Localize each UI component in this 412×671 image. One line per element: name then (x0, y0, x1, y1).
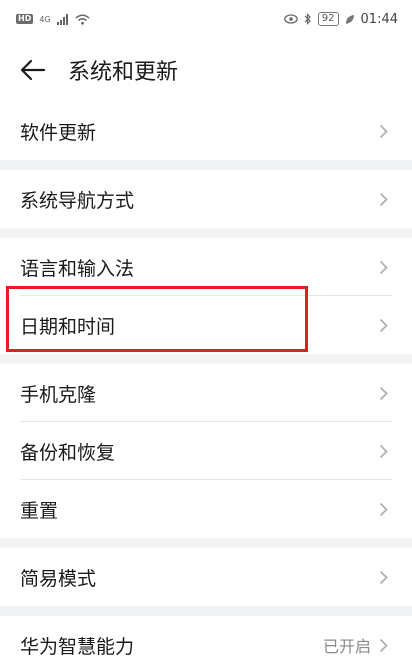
section-gap (0, 354, 412, 364)
settings-item-phone-clone[interactable]: 手机克隆 (0, 364, 412, 422)
row-right (379, 192, 388, 207)
status-bar: HD 4G 92 01:44 (0, 0, 412, 38)
clock: 01:44 (360, 11, 398, 27)
section-gap (0, 606, 412, 616)
header-bar: 系统和更新 (0, 38, 412, 102)
back-button[interactable] (20, 55, 50, 85)
chevron-right-icon (379, 386, 388, 400)
chevron-right-icon (379, 192, 388, 206)
settings-item-label: 系统导航方式 (20, 189, 135, 212)
chevron-right-icon (379, 502, 388, 516)
settings-item-label: 日期和时间 (20, 315, 116, 338)
settings-item-label: 简易模式 (20, 567, 97, 590)
settings-item-label: 备份和恢复 (20, 441, 116, 464)
settings-item-software-update[interactable]: 软件更新 (0, 102, 412, 160)
settings-item-value: 已开启 (322, 637, 371, 656)
settings-list: 软件更新 系统导航方式 语言和输入法 日期和时间 手机克隆 备份和恢复 重置 简… (0, 102, 412, 671)
status-right: 92 01:44 (283, 11, 398, 27)
status-left: HD 4G (16, 13, 90, 25)
row-right (379, 444, 388, 459)
row-right (379, 124, 388, 139)
section-gap (0, 160, 412, 170)
settings-item-label: 软件更新 (20, 121, 97, 144)
section-gap (0, 538, 412, 548)
wifi-icon (75, 14, 90, 25)
eye-comfort-icon (283, 14, 298, 24)
chevron-right-icon (379, 444, 388, 458)
section-gap (0, 228, 412, 238)
bluetooth-icon (304, 13, 311, 25)
settings-item-date-time[interactable]: 日期和时间 (0, 296, 412, 354)
chevron-right-icon (379, 124, 388, 138)
settings-item-label: 重置 (20, 499, 59, 522)
settings-item-simple-mode[interactable]: 简易模式 (0, 548, 412, 606)
settings-item-label: 手机克隆 (20, 383, 97, 406)
chevron-right-icon (379, 260, 388, 274)
row-right (379, 386, 388, 401)
leaf-icon (345, 14, 354, 24)
hd-badge: HD (16, 14, 34, 24)
row-right (379, 260, 388, 275)
settings-item-label: 语言和输入法 (20, 257, 135, 280)
chevron-right-icon (379, 570, 388, 584)
chevron-right-icon (379, 318, 388, 332)
settings-item-huawei-ai[interactable]: 华为智慧能力 已开启 (0, 616, 412, 671)
row-right (379, 502, 388, 517)
page-title: 系统和更新 (68, 60, 179, 85)
arrow-left-icon (20, 59, 46, 81)
network-type: 4G (39, 14, 51, 24)
cellular-signal-icon (56, 13, 68, 25)
row-right: 已开启 (323, 633, 388, 657)
settings-item-language-input[interactable]: 语言和输入法 (0, 238, 412, 296)
settings-item-backup-restore[interactable]: 备份和恢复 (0, 422, 412, 480)
battery-indicator: 92 (317, 12, 339, 26)
settings-item-label: 华为智慧能力 (20, 635, 135, 658)
settings-item-system-navigation[interactable]: 系统导航方式 (0, 170, 412, 228)
settings-item-reset[interactable]: 重置 (0, 480, 412, 538)
row-right (379, 570, 388, 585)
row-right (379, 318, 388, 333)
chevron-right-icon (379, 638, 388, 652)
